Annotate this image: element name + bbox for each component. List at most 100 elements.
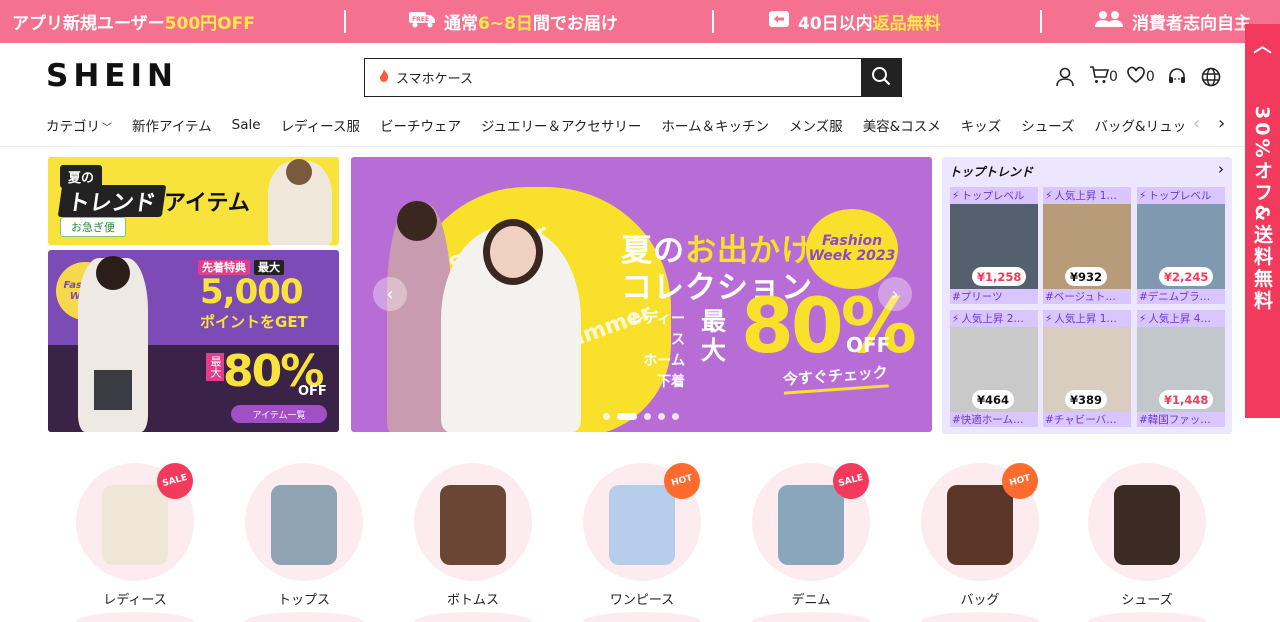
carousel-dot[interactable]: [644, 413, 651, 420]
nav-item-shoes[interactable]: シューズ: [1021, 115, 1074, 135]
max-vertical: 最大: [206, 353, 224, 381]
nav-item-home[interactable]: ホーム＆キッチン: [661, 115, 769, 135]
trend-tile-tag: #プリーツ: [950, 289, 1038, 304]
nav-next-icon[interactable]: ›: [1218, 113, 1225, 134]
search-query: スマホケース: [396, 72, 473, 87]
category-item-next-row: [921, 612, 1039, 622]
trend-tile[interactable]: ⚡ トップレベル ¥1,258 #プリーツ: [950, 187, 1038, 304]
category-item[interactable]: トップス: [244, 463, 364, 608]
banner-fashion-week[interactable]: Fashion Week 先着特典最大 5,000 ポイントをGET 最大 80…: [48, 250, 339, 432]
nav-item-new[interactable]: 新作アイテム: [132, 115, 212, 135]
promo-new-user-text: アプリ新規ユーザー: [12, 14, 165, 34]
carousel-dot[interactable]: [603, 413, 610, 420]
trend-tile-label-text: 人気上昇 4…: [1148, 313, 1211, 325]
nav-item-sale[interactable]: Sale: [232, 117, 261, 133]
carousel-prev-button[interactable]: ‹: [373, 277, 407, 311]
model-hair: [96, 256, 130, 290]
globe-icon[interactable]: [1201, 67, 1221, 87]
wishlist-button[interactable]: 0: [1126, 66, 1155, 88]
flame-icon: ⚡: [1139, 312, 1147, 325]
trend-tile-price: ¥1,448: [1159, 390, 1214, 409]
carousel-dot[interactable]: [658, 413, 665, 420]
category-item[interactable]: ボトムス: [413, 463, 533, 608]
promo-divider: [344, 10, 346, 33]
carousel-dot[interactable]: [672, 413, 679, 420]
hero-off: OFF: [846, 333, 891, 357]
trend-tile-price: ¥1,258: [972, 267, 1027, 286]
user-icon[interactable]: [1055, 67, 1075, 87]
category-item[interactable]: シューズ: [1087, 463, 1207, 608]
carousel-next-button[interactable]: ›: [878, 277, 912, 311]
category-item-next-row: [245, 612, 363, 622]
item-list-button[interactable]: アイテム一覧: [231, 405, 327, 423]
people-icon: [1094, 10, 1124, 33]
nav-item-kids[interactable]: キッズ: [961, 115, 1002, 135]
chevron-right-icon: ›: [891, 283, 899, 305]
trend-tile[interactable]: ⚡ 人気上昇 1… ¥932 #ベージュト…: [1043, 187, 1131, 304]
nav-item-mens[interactable]: メンズ服: [789, 115, 843, 135]
hero-category: ホーム: [643, 353, 685, 369]
return-icon: [768, 10, 790, 33]
nav-item-category[interactable]: カテゴリ ﹀: [46, 115, 112, 135]
search-icon: [871, 66, 891, 90]
hero-categories: レディース ホーム 下着: [623, 309, 685, 393]
category-product: [947, 485, 1013, 565]
promo-delivery-text-a: 通常: [444, 14, 478, 34]
nav-item-label: カテゴリ: [46, 119, 100, 135]
banner-title-rest: アイテム: [164, 191, 250, 216]
trend-tile-label: ⚡ 人気上昇 4…: [1137, 310, 1225, 327]
category-product: [440, 485, 506, 565]
trend-tile-tag: #ベージュト…: [1043, 289, 1131, 304]
model-hair: [286, 159, 312, 185]
trend-tile-price: ¥464: [972, 390, 1015, 409]
promo-delivery[interactable]: FREE 通常 6~8日 間でお届け: [408, 0, 618, 43]
side-promo-tab[interactable]: ︿ 30%オフ&送料無料: [1245, 24, 1280, 418]
banner-summer-trend[interactable]: 夏の トレンド アイテム お急ぎ便: [48, 157, 339, 245]
nav-item-jewelry[interactable]: ジュエリー＆アクセサリー: [481, 115, 641, 135]
nav-divider: [0, 146, 1245, 147]
promo-returns[interactable]: 40日以内 返品無料: [768, 0, 941, 43]
trend-tile-price: ¥932: [1065, 267, 1108, 286]
trend-tile-price: ¥2,245: [1159, 267, 1214, 286]
trend-tile[interactable]: ⚡ 人気上昇 4… ¥1,448 #韓国ファッ…: [1137, 310, 1225, 427]
trend-tile-label: ⚡ トップレベル: [1137, 187, 1225, 204]
search-button[interactable]: [861, 59, 901, 96]
trend-tile-label-text: トップレベル: [1148, 190, 1212, 202]
trend-tile-tag: #チャビーバ…: [1043, 412, 1131, 427]
flame-icon: [379, 69, 389, 86]
carousel-dot-active[interactable]: [617, 413, 637, 420]
trend-tile-price: ¥389: [1065, 390, 1108, 409]
nav-item-ladies[interactable]: レディース服: [281, 115, 360, 135]
trend-tile[interactable]: ⚡ 人気上昇 2… ¥464 #快適ホーム…: [950, 310, 1038, 427]
cart-button[interactable]: 0: [1089, 65, 1118, 89]
flame-icon: ⚡: [1045, 189, 1053, 202]
trend-tile-label: ⚡ 人気上昇 2…: [950, 310, 1038, 327]
category-label: レディース: [103, 593, 167, 608]
category-image: [245, 463, 363, 581]
trend-tile[interactable]: ⚡ トップレベル ¥2,245 #デニムブラ…: [1137, 187, 1225, 304]
category-label: シューズ: [1121, 593, 1173, 608]
category-item-next-row: [1088, 612, 1206, 622]
shein-logo[interactable]: SHEIN: [46, 58, 178, 94]
express-delivery-badge: お急ぎ便: [60, 217, 126, 237]
chevron-right-icon[interactable]: ›: [1218, 160, 1224, 178]
flame-icon: ⚡: [952, 189, 960, 202]
promo-consumer[interactable]: 消費者志向自主: [1094, 0, 1251, 43]
nav-prev-icon[interactable]: ‹: [1193, 113, 1200, 134]
search-input[interactable]: スマホケース: [365, 59, 861, 96]
hero-carousel[interactable]: Summer Summer 夏のお出かけ コレクション レディース ホーム 下着…: [351, 157, 932, 432]
truck-icon: FREE: [408, 10, 436, 33]
nav-item-bags[interactable]: バッグ&リュック: [1095, 115, 1186, 135]
category-item-next-row: [76, 612, 194, 622]
flame-icon: ⚡: [1045, 312, 1053, 325]
top-trend-title: トップトレンド: [949, 165, 1034, 179]
trend-tile[interactable]: ⚡ 人気上昇 1… ¥389 #チャビーバ…: [1043, 310, 1131, 427]
nav-item-beauty[interactable]: 美容&コスメ: [863, 115, 941, 135]
hero-max: 最大: [701, 307, 727, 365]
promo-new-user[interactable]: アプリ新規ユーザー 500円OFF: [12, 0, 255, 43]
category-image: [414, 463, 532, 581]
promo-divider: [1040, 10, 1042, 33]
nav-item-beachwear[interactable]: ビーチウェア: [380, 115, 461, 135]
support-icon[interactable]: [1167, 67, 1187, 87]
trend-tile-label: ⚡ 人気上昇 1…: [1043, 187, 1131, 204]
